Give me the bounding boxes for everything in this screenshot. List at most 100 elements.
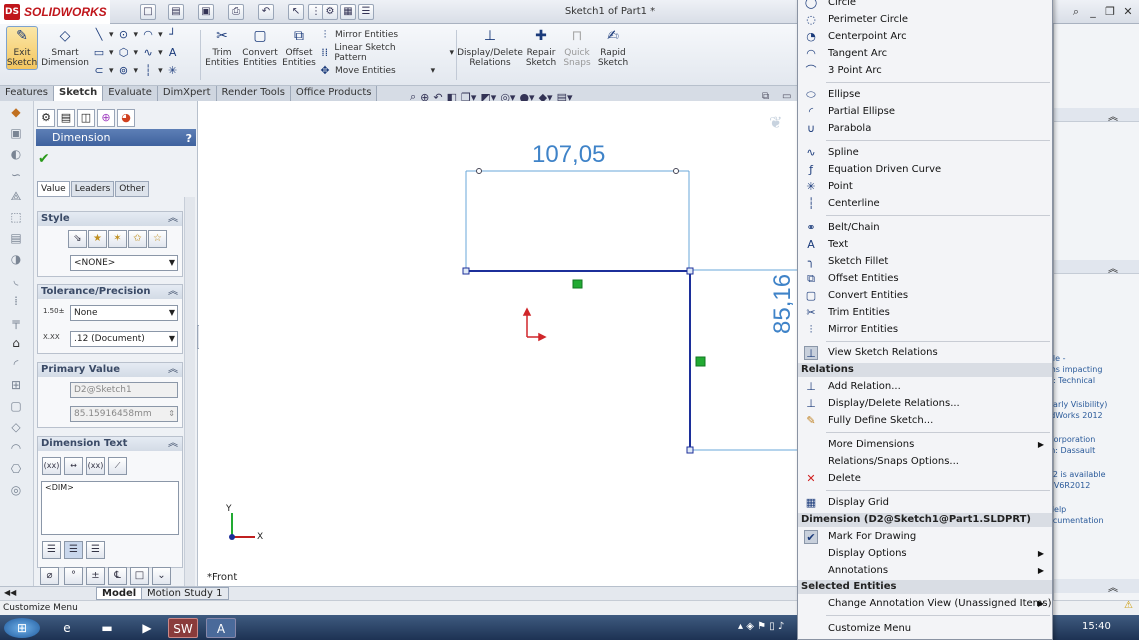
minimize-icon[interactable]: _ (1085, 4, 1101, 20)
menu-item-display-options[interactable]: Display Options ▶ (798, 546, 1052, 562)
draft-icon[interactable]: ◇ (6, 417, 26, 437)
open-folder-icon[interactable]: ▤ (168, 4, 184, 20)
media-player-icon[interactable]: ▶ (132, 618, 162, 638)
vertical-relation-icon[interactable] (695, 356, 706, 367)
start-button-icon[interactable]: ⊞ (4, 618, 40, 638)
tab-office-products[interactable]: Office Products (290, 86, 378, 101)
close-icon[interactable]: ✕ (1120, 4, 1136, 20)
point-icon[interactable]: ✳ (166, 64, 180, 78)
scroll-left-icon[interactable]: ◀◀ (4, 588, 16, 597)
display-delete-relations-button[interactable]: ⊥ Display/Delete Relations (457, 26, 523, 84)
menu-item-trim-entities[interactable]: ✂ Trim Entities (798, 305, 1052, 321)
diameter-symbol-icon[interactable]: ⌀ (40, 567, 59, 585)
ellipse-icon[interactable]: ⊚ (117, 64, 131, 78)
menu-item-annotations[interactable]: Annotations ▶ (798, 563, 1052, 579)
new-document-icon[interactable]: □ (140, 4, 156, 20)
task-pane-text[interactable]: ms impacting (1048, 365, 1102, 374)
revolve-icon[interactable]: ◐ (6, 144, 26, 164)
spline-icon[interactable]: ∿ (141, 46, 155, 60)
pattern-feature-icon[interactable]: ⁞ (6, 291, 26, 311)
tolerance-header[interactable]: Tolerance/Precision ︽ (38, 285, 182, 299)
tray-icons[interactable]: ▴ ◈ ⚑ ▯ ♪ (738, 621, 784, 632)
offset-text-icon[interactable]: ⟋ (108, 457, 127, 475)
ok-check-icon[interactable]: ✔ (38, 151, 50, 167)
menu-item-parabola[interactable]: ∪ Parabola (798, 121, 1052, 137)
precision-select[interactable]: .12 (Document) ▼ (70, 331, 178, 347)
feature-icon[interactable]: ◆ (6, 102, 26, 122)
task-pane-text[interactable]: ocumentation (1048, 516, 1104, 525)
file-properties-icon[interactable]: ▦ (340, 4, 356, 20)
centerline-icon[interactable]: ┆ (141, 64, 155, 78)
arc-icon[interactable]: ◠ (141, 28, 155, 42)
menu-item-spline[interactable]: ∿ Spline (798, 145, 1052, 161)
task-pane-text[interactable]: Early Visibility) (1048, 400, 1107, 409)
center-dimension-icon[interactable]: ↔ (64, 457, 83, 475)
task-pane-section-header[interactable]: ︽ (1054, 108, 1139, 123)
task-pane-text[interactable]: Corporation (1048, 435, 1095, 444)
repair-sketch-button[interactable]: ✚ Repair Sketch (524, 26, 558, 84)
solidworks-taskbar-icon[interactable]: SW (168, 618, 198, 638)
circle-icon[interactable]: ⊙ (117, 28, 131, 42)
menu-item-customize-menu[interactable]: Customize Menu (798, 621, 1052, 637)
sketch-endpoint[interactable] (686, 267, 694, 275)
menu-item-display-grid[interactable]: ▦ Display Grid (798, 495, 1052, 511)
menu-item-relations-snaps-options[interactable]: Relations/Snaps Options... (798, 454, 1052, 470)
offset-entities-button[interactable]: ⧉ Offset Entities (282, 26, 316, 84)
menu-item-centerpoint-arc[interactable]: ◔ Centerpoint Arc (798, 29, 1052, 45)
menu-item-mirror-entities[interactable]: ⫶ Mirror Entities (798, 322, 1052, 338)
text-icon[interactable]: A (166, 46, 180, 60)
move-entities-button[interactable]: ✥ Move Entities ▾ (318, 62, 454, 80)
rapid-sketch-button[interactable]: ✍ Rapid Sketch (596, 26, 630, 84)
tab-motion-study[interactable]: Motion Study 1 (141, 587, 229, 600)
tolerance-type-select[interactable]: None ▼ (70, 305, 178, 321)
align-right-icon[interactable]: ☰ (86, 541, 105, 559)
add-style-icon[interactable]: ★ (88, 230, 107, 248)
menu-item-partial-ellipse[interactable]: ◜ Partial Ellipse (798, 104, 1052, 120)
menu-item-equation-driven-curve[interactable]: ƒ Equation Driven Curve (798, 162, 1052, 178)
file-explorer-icon[interactable]: ▬ (92, 618, 122, 638)
sketch-endpoint[interactable] (462, 267, 470, 275)
restore-icon[interactable]: ❐ (1102, 4, 1118, 20)
menu-item-tangent-arc[interactable]: ◠ Tangent Arc (798, 46, 1052, 62)
plus-minus-symbol-icon[interactable]: ± (86, 567, 105, 585)
sketch-fillet-icon[interactable]: ┘ (166, 28, 180, 42)
reference-geometry-icon[interactable]: ⌂ (6, 333, 26, 353)
curves-icon[interactable]: ◜ (6, 354, 26, 374)
save-style-icon[interactable]: ✩ (128, 230, 147, 248)
task-pane-section-header[interactable]: ︽ (1054, 579, 1139, 594)
delete-style-icon[interactable]: ✶ (108, 230, 127, 248)
tab-dimxpert[interactable]: DimXpert (157, 86, 217, 101)
tab-render-tools[interactable]: Render Tools (216, 86, 291, 101)
configuration-manager-tab-icon[interactable]: ◫ (77, 109, 95, 127)
sweep-icon[interactable]: ∽ (6, 165, 26, 185)
sketch-endpoint[interactable] (686, 446, 694, 454)
quick-snaps-button[interactable]: ⊓ Quick Snaps (560, 26, 594, 84)
inspection-dimension-icon[interactable]: (xx) (86, 457, 105, 475)
instant3d-icon[interactable]: ⊞ (6, 375, 26, 395)
menu-item-belt-chain[interactable]: ⚭ Belt/Chain (798, 220, 1052, 236)
task-pane-text[interactable]: P2 is available (1048, 470, 1106, 479)
line-icon[interactable]: ╲ (92, 28, 106, 42)
print-icon[interactable]: ⎙ (228, 4, 244, 20)
menu-item-add-relation[interactable]: ⊥ Add Relation... (798, 379, 1052, 395)
tab-features[interactable]: Features (0, 86, 54, 101)
warning-icon[interactable]: ⚠ (1124, 600, 1133, 611)
task-pane-text[interactable]: r V6R2012 (1048, 481, 1090, 490)
menu-item-display-delete-relations[interactable]: ⊥ Display/Delete Relations... (798, 396, 1052, 412)
options-icon[interactable]: ☰ (358, 4, 374, 20)
dimxpert-manager-tab-icon[interactable]: ⊕ (97, 109, 115, 127)
dimension-text-header[interactable]: Dimension Text ︽ (38, 437, 182, 451)
menu-item-sketch-fillet[interactable]: ╮ Sketch Fillet (798, 254, 1052, 270)
tab-model[interactable]: Model (96, 587, 143, 600)
subtab-other[interactable]: Other (115, 181, 149, 197)
subtab-leaders[interactable]: Leaders (70, 181, 115, 197)
menu-item-point[interactable]: ✳ Point (798, 179, 1052, 195)
mirror-entities-button[interactable]: ⫶ Mirror Entities (318, 26, 454, 44)
internet-explorer-icon[interactable]: e (52, 618, 82, 638)
menu-item-view-sketch-relations[interactable]: ⊥ View Sketch Relations (798, 345, 1052, 361)
help-search-icon[interactable]: ⌕ (1068, 4, 1084, 20)
add-parentheses-icon[interactable]: (xx) (42, 457, 61, 475)
save-icon[interactable]: ▣ (198, 4, 214, 20)
tab-evaluate[interactable]: Evaluate (103, 86, 158, 101)
extrude-icon[interactable]: ▣ (6, 123, 26, 143)
